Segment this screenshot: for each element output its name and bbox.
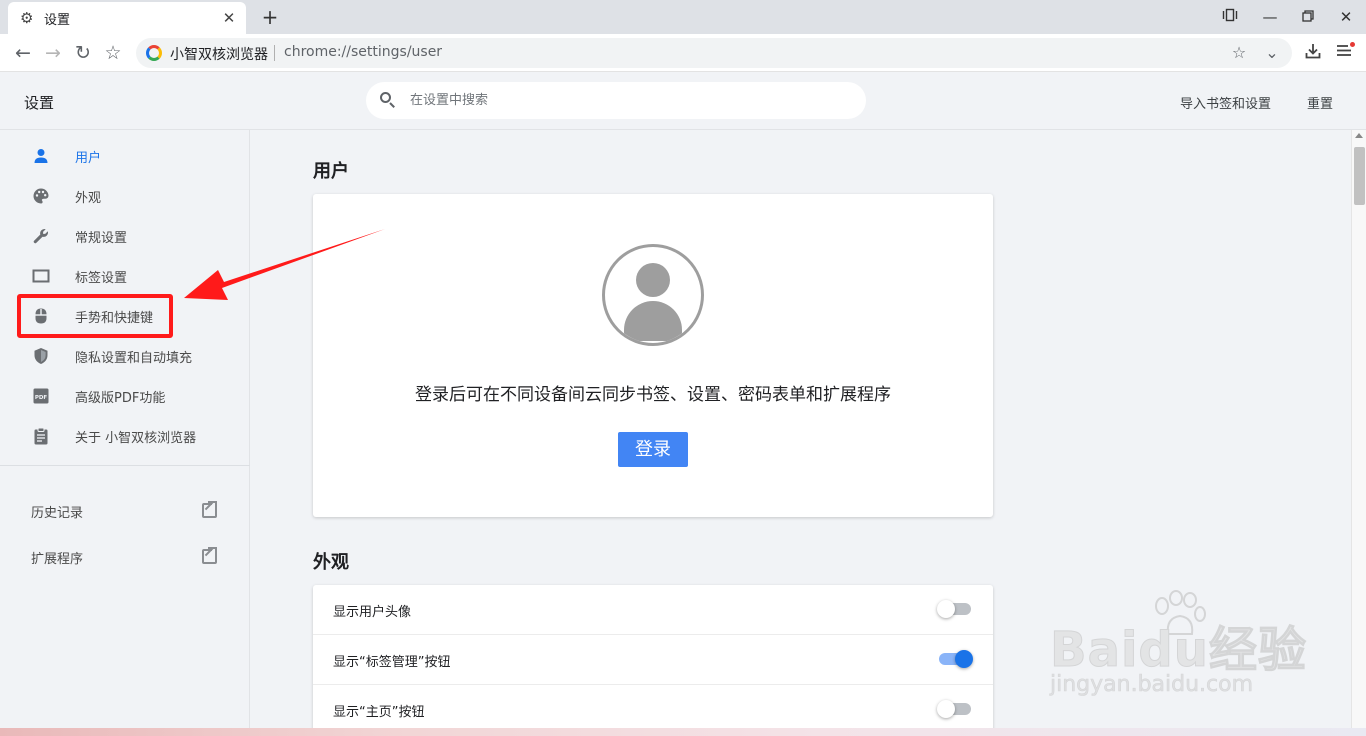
main-scrollbar[interactable]: [1351, 130, 1366, 728]
shield-icon: [32, 347, 50, 365]
sidebar-item-user[interactable]: 用户: [0, 138, 250, 174]
sidebar-divider: [0, 465, 250, 466]
setting-label: 显示用户头像: [333, 605, 412, 620]
sidebar-item-label: 关于 小智双核浏览器: [75, 430, 197, 446]
sidebar-item-label: 隐私设置和自动填充: [75, 350, 193, 366]
title-bar: ⚙ 设置 ✕ + — ✕: [0, 0, 1366, 34]
settings-search-box[interactable]: [366, 82, 866, 119]
chevron-down-icon[interactable]: ⌄: [1262, 43, 1282, 63]
sidebar-item-label: 常规设置: [75, 230, 128, 246]
setting-row-show-avatar: 显示用户头像: [313, 585, 993, 635]
appearance-section-title: 外观: [313, 552, 349, 573]
sidebar-item-pdf[interactable]: PDF 高级版PDF功能: [0, 378, 250, 414]
sidebar-link-history[interactable]: 历史记录: [0, 494, 250, 528]
taskbar-strip: [0, 728, 1366, 736]
appearance-card: 显示用户头像 显示“标签管理”按钮 显示“主页”按钮: [313, 585, 993, 736]
scroll-up-arrow-icon[interactable]: [1355, 133, 1363, 138]
sidebar-item-privacy[interactable]: 隐私设置和自动填充: [0, 338, 250, 374]
settings-search-input[interactable]: [410, 90, 850, 110]
sidebar-link-extensions[interactable]: 扩展程序: [0, 540, 250, 574]
search-icon: [379, 91, 397, 109]
url-text[interactable]: chrome://settings/user: [284, 44, 442, 60]
setting-row-tab-manager: 显示“标签管理”按钮: [313, 635, 993, 685]
minimize-button[interactable]: —: [1258, 6, 1282, 28]
tab-manager-toggle[interactable]: [939, 650, 973, 668]
watermark-logo: Baidu经验: [1050, 622, 1307, 679]
menu-icon[interactable]: [1333, 42, 1355, 64]
sidebar-link-label: 扩展程序: [31, 552, 84, 567]
address-bar[interactable]: 小智双核浏览器 chrome://settings/user ☆ ⌄: [136, 38, 1292, 68]
settings-title: 设置: [24, 94, 55, 112]
setting-label: 显示“主页”按钮: [333, 705, 425, 720]
settings-sidebar: 用户 外观 常规设置 标签设置 手势和快捷键 隐私设置和自动填充 PDF 高级版…: [0, 130, 250, 736]
forward-button[interactable]: →: [40, 40, 66, 66]
palette-icon: [32, 187, 50, 205]
omnibox-separator: [274, 45, 275, 61]
scroll-thumb[interactable]: [1354, 147, 1365, 205]
baidu-watermark: Baidu经验 jingyan.baidu.com: [1040, 590, 1340, 710]
site-name: 小智双核浏览器: [170, 47, 268, 63]
tab-title: 设置: [44, 12, 71, 28]
import-bookmarks-link[interactable]: 导入书签和设置: [1180, 93, 1271, 112]
annotation-arrow-icon: [184, 229, 385, 300]
download-icon[interactable]: [1302, 42, 1324, 64]
sidebar-item-label: 用户: [75, 150, 102, 166]
notification-dot-icon: [1350, 42, 1355, 47]
person-icon: [32, 147, 50, 165]
home-button-toggle[interactable]: [937, 700, 971, 718]
reload-button[interactable]: ↻: [70, 40, 96, 66]
sidebar-item-label: 标签设置: [75, 270, 128, 286]
reset-link[interactable]: 重置: [1307, 93, 1333, 112]
user-card: 登录后可在不同设备间云同步书签、设置、密码表单和扩展程序 登录: [313, 194, 993, 517]
sidebar-item-appearance[interactable]: 外观: [0, 178, 250, 214]
new-tab-button[interactable]: +: [259, 6, 281, 28]
gear-icon: ⚙: [20, 9, 34, 27]
active-tab[interactable]: ⚙ 设置 ✕: [8, 2, 246, 34]
browser-toolbar: ← → ↻ ☆ 小智双核浏览器 chrome://settings/user ☆…: [0, 34, 1366, 72]
settings-header: 设置 导入书签和设置 重置: [0, 72, 1366, 130]
close-tab-icon[interactable]: ✕: [220, 9, 238, 27]
restore-button[interactable]: [1296, 6, 1320, 28]
close-window-button[interactable]: ✕: [1334, 6, 1358, 28]
pdf-icon: PDF: [32, 387, 50, 405]
compact-mode-icon[interactable]: [1218, 6, 1242, 28]
setting-label: 显示“标签管理”按钮: [333, 655, 451, 670]
open-in-new-arrow-icon: [208, 501, 217, 510]
tab-icon: [32, 267, 50, 285]
sidebar-item-label: 外观: [75, 190, 102, 206]
wrench-icon: [32, 227, 50, 245]
bookmark-star-icon[interactable]: ☆: [100, 40, 126, 66]
login-description: 登录后可在不同设备间云同步书签、设置、密码表单和扩展程序: [415, 385, 891, 405]
browser-logo-icon: [146, 45, 162, 61]
open-in-new-arrow-icon: [208, 547, 217, 556]
sidebar-item-label: 高级版PDF功能: [75, 390, 166, 406]
annotation-highlight-box: [17, 294, 173, 338]
sidebar-item-about[interactable]: 关于 小智双核浏览器: [0, 418, 250, 454]
login-button[interactable]: 登录: [618, 432, 688, 467]
back-button[interactable]: ←: [10, 40, 36, 66]
show-avatar-toggle[interactable]: [937, 600, 971, 618]
clipboard-icon: [32, 427, 50, 445]
svg-text:PDF: PDF: [35, 395, 48, 401]
star-icon[interactable]: ☆: [1229, 43, 1249, 63]
user-section-title: 用户: [313, 161, 349, 182]
sidebar-link-label: 历史记录: [31, 506, 84, 521]
avatar-icon: [602, 244, 704, 346]
watermark-url: jingyan.baidu.com: [1050, 672, 1254, 698]
